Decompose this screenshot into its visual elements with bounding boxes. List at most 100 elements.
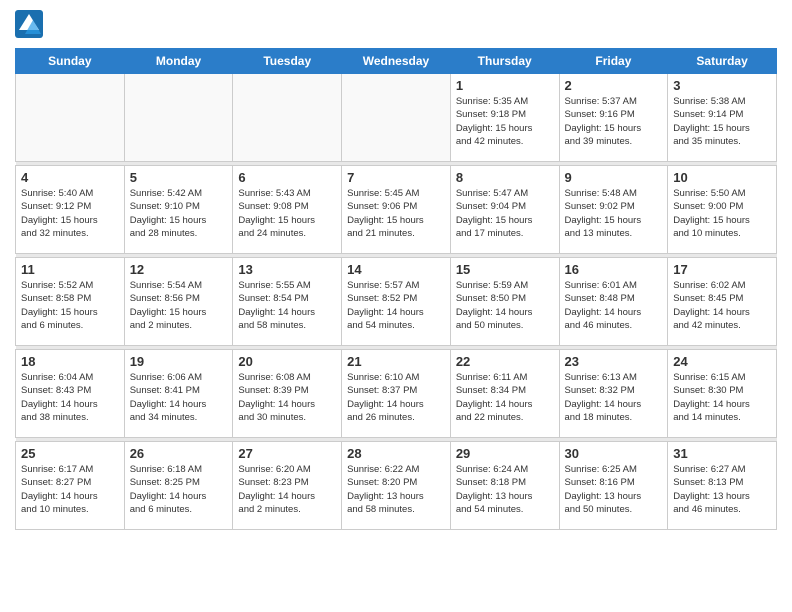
day-number: 5	[130, 170, 228, 185]
day-number: 31	[673, 446, 771, 461]
day-number: 8	[456, 170, 554, 185]
day-number: 26	[130, 446, 228, 461]
day-info: Sunrise: 5:47 AMSunset: 9:04 PMDaylight:…	[456, 187, 554, 240]
day-info: Sunrise: 5:37 AMSunset: 9:16 PMDaylight:…	[565, 95, 663, 148]
day-number: 21	[347, 354, 445, 369]
calendar-week-row: 18 Sunrise: 6:04 AMSunset: 8:43 PMDayligh…	[16, 350, 777, 438]
day-info: Sunrise: 6:04 AMSunset: 8:43 PMDaylight:…	[21, 371, 119, 424]
calendar-day-cell: 1 Sunrise: 5:35 AMSunset: 9:18 PMDaylight…	[450, 74, 559, 162]
calendar-table: Sunday Monday Tuesday Wednesday Thursday…	[15, 48, 777, 530]
col-monday: Monday	[124, 49, 233, 74]
day-info: Sunrise: 5:42 AMSunset: 9:10 PMDaylight:…	[130, 187, 228, 240]
day-info: Sunrise: 6:27 AMSunset: 8:13 PMDaylight:…	[673, 463, 771, 516]
day-number: 27	[238, 446, 336, 461]
day-info: Sunrise: 6:02 AMSunset: 8:45 PMDaylight:…	[673, 279, 771, 332]
calendar-day-cell: 17 Sunrise: 6:02 AMSunset: 8:45 PMDayligh…	[668, 258, 777, 346]
calendar-week-row: 1 Sunrise: 5:35 AMSunset: 9:18 PMDaylight…	[16, 74, 777, 162]
col-tuesday: Tuesday	[233, 49, 342, 74]
calendar-day-cell: 11 Sunrise: 5:52 AMSunset: 8:58 PMDayligh…	[16, 258, 125, 346]
day-number: 3	[673, 78, 771, 93]
day-info: Sunrise: 5:59 AMSunset: 8:50 PMDaylight:…	[456, 279, 554, 332]
calendar-day-cell: 10Sunrise: 5:50 AMSunset: 9:00 PMDayligh…	[668, 166, 777, 254]
day-info: Sunrise: 6:10 AMSunset: 8:37 PMDaylight:…	[347, 371, 445, 424]
col-sunday: Sunday	[16, 49, 125, 74]
calendar-day-cell: 22 Sunrise: 6:11 AMSunset: 8:34 PMDayligh…	[450, 350, 559, 438]
day-number: 25	[21, 446, 119, 461]
day-number: 1	[456, 78, 554, 93]
calendar-day-cell	[233, 74, 342, 162]
day-number: 18	[21, 354, 119, 369]
calendar-day-cell: 2Sunrise: 5:37 AMSunset: 9:16 PMDaylight…	[559, 74, 668, 162]
day-number: 12	[130, 262, 228, 277]
day-number: 19	[130, 354, 228, 369]
calendar-day-cell: 18 Sunrise: 6:04 AMSunset: 8:43 PMDayligh…	[16, 350, 125, 438]
day-number: 6	[238, 170, 336, 185]
calendar-day-cell	[16, 74, 125, 162]
day-info: Sunrise: 6:11 AMSunset: 8:34 PMDaylight:…	[456, 371, 554, 424]
calendar-day-cell: 19Sunrise: 6:06 AMSunset: 8:41 PMDayligh…	[124, 350, 233, 438]
calendar-day-cell: 31 Sunrise: 6:27 AMSunset: 8:13 PMDayligh…	[668, 442, 777, 530]
day-info: Sunrise: 5:55 AMSunset: 8:54 PMDaylight:…	[238, 279, 336, 332]
col-friday: Friday	[559, 49, 668, 74]
day-info: Sunrise: 6:17 AMSunset: 8:27 PMDaylight:…	[21, 463, 119, 516]
day-info: Sunrise: 5:57 AMSunset: 8:52 PMDaylight:…	[347, 279, 445, 332]
day-number: 30	[565, 446, 663, 461]
day-number: 29	[456, 446, 554, 461]
calendar-day-cell: 13 Sunrise: 5:55 AMSunset: 8:54 PMDayligh…	[233, 258, 342, 346]
day-number: 7	[347, 170, 445, 185]
day-number: 13	[238, 262, 336, 277]
day-number: 14	[347, 262, 445, 277]
day-info: Sunrise: 6:08 AMSunset: 8:39 PMDaylight:…	[238, 371, 336, 424]
calendar-day-cell: 21 Sunrise: 6:10 AMSunset: 8:37 PMDayligh…	[342, 350, 451, 438]
day-number: 23	[565, 354, 663, 369]
calendar-day-cell: 14 Sunrise: 5:57 AMSunset: 8:52 PMDayligh…	[342, 258, 451, 346]
calendar-day-cell: 6 Sunrise: 5:43 AMSunset: 9:08 PMDaylight…	[233, 166, 342, 254]
calendar-day-cell: 7Sunrise: 5:45 AMSunset: 9:06 PMDaylight…	[342, 166, 451, 254]
calendar-week-row: 11 Sunrise: 5:52 AMSunset: 8:58 PMDayligh…	[16, 258, 777, 346]
day-info: Sunrise: 5:43 AMSunset: 9:08 PMDaylight:…	[238, 187, 336, 240]
day-info: Sunrise: 5:38 AMSunset: 9:14 PMDaylight:…	[673, 95, 771, 148]
calendar-day-cell: 9Sunrise: 5:48 AMSunset: 9:02 PMDaylight…	[559, 166, 668, 254]
day-number: 16	[565, 262, 663, 277]
col-thursday: Thursday	[450, 49, 559, 74]
day-number: 17	[673, 262, 771, 277]
logo	[15, 10, 47, 38]
day-info: Sunrise: 5:54 AMSunset: 8:56 PMDaylight:…	[130, 279, 228, 332]
calendar-day-cell: 23 Sunrise: 6:13 AMSunset: 8:32 PMDayligh…	[559, 350, 668, 438]
header-row: Sunday Monday Tuesday Wednesday Thursday…	[16, 49, 777, 74]
calendar-day-cell: 29Sunrise: 6:24 AMSunset: 8:18 PMDayligh…	[450, 442, 559, 530]
day-info: Sunrise: 5:35 AMSunset: 9:18 PMDaylight:…	[456, 95, 554, 148]
day-info: Sunrise: 6:22 AMSunset: 8:20 PMDaylight:…	[347, 463, 445, 516]
calendar-day-cell: 24Sunrise: 6:15 AMSunset: 8:30 PMDayligh…	[668, 350, 777, 438]
day-info: Sunrise: 5:52 AMSunset: 8:58 PMDaylight:…	[21, 279, 119, 332]
day-number: 22	[456, 354, 554, 369]
day-number: 28	[347, 446, 445, 461]
col-wednesday: Wednesday	[342, 49, 451, 74]
day-info: Sunrise: 6:18 AMSunset: 8:25 PMDaylight:…	[130, 463, 228, 516]
day-info: Sunrise: 6:15 AMSunset: 8:30 PMDaylight:…	[673, 371, 771, 424]
day-info: Sunrise: 6:13 AMSunset: 8:32 PMDaylight:…	[565, 371, 663, 424]
page-header	[15, 10, 777, 38]
calendar-day-cell: 4 Sunrise: 5:40 AMSunset: 9:12 PMDaylight…	[16, 166, 125, 254]
logo-icon	[15, 10, 43, 38]
calendar-day-cell: 8 Sunrise: 5:47 AMSunset: 9:04 PMDaylight…	[450, 166, 559, 254]
calendar-day-cell: 27Sunrise: 6:20 AMSunset: 8:23 PMDayligh…	[233, 442, 342, 530]
calendar-day-cell: 25 Sunrise: 6:17 AMSunset: 8:27 PMDayligh…	[16, 442, 125, 530]
calendar-day-cell: 28 Sunrise: 6:22 AMSunset: 8:20 PMDayligh…	[342, 442, 451, 530]
calendar-week-row: 4 Sunrise: 5:40 AMSunset: 9:12 PMDaylight…	[16, 166, 777, 254]
day-info: Sunrise: 6:25 AMSunset: 8:16 PMDaylight:…	[565, 463, 663, 516]
day-number: 10	[673, 170, 771, 185]
day-info: Sunrise: 5:48 AMSunset: 9:02 PMDaylight:…	[565, 187, 663, 240]
calendar-day-cell: 16Sunrise: 6:01 AMSunset: 8:48 PMDayligh…	[559, 258, 668, 346]
calendar-day-cell: 5 Sunrise: 5:42 AMSunset: 9:10 PMDaylight…	[124, 166, 233, 254]
calendar-day-cell: 26 Sunrise: 6:18 AMSunset: 8:25 PMDayligh…	[124, 442, 233, 530]
calendar-day-cell	[124, 74, 233, 162]
calendar-day-cell: 12 Sunrise: 5:54 AMSunset: 8:56 PMDayligh…	[124, 258, 233, 346]
day-number: 4	[21, 170, 119, 185]
day-number: 20	[238, 354, 336, 369]
calendar-week-row: 25 Sunrise: 6:17 AMSunset: 8:27 PMDayligh…	[16, 442, 777, 530]
calendar-day-cell: 15Sunrise: 5:59 AMSunset: 8:50 PMDayligh…	[450, 258, 559, 346]
day-number: 11	[21, 262, 119, 277]
calendar-day-cell: 30 Sunrise: 6:25 AMSunset: 8:16 PMDayligh…	[559, 442, 668, 530]
day-info: Sunrise: 5:40 AMSunset: 9:12 PMDaylight:…	[21, 187, 119, 240]
